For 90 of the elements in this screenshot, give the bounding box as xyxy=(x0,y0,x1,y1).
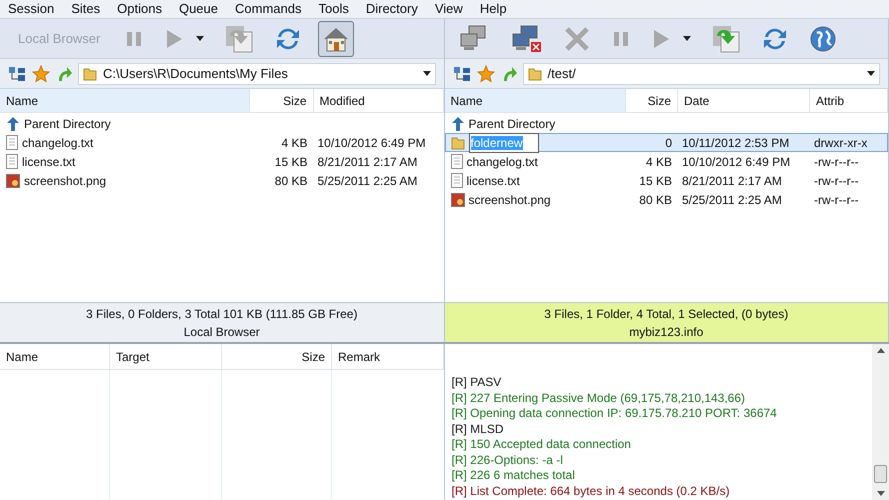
caret-icon[interactable] xyxy=(196,36,204,41)
file-cell-text: -rw-r--r-- xyxy=(814,192,859,208)
menu-item[interactable]: Directory xyxy=(366,0,418,19)
file-cell-text: drwxr-xr-x xyxy=(814,134,868,152)
path-field[interactable]: C:\Users\R\Documents\My Files xyxy=(78,62,436,84)
column-header[interactable]: Size xyxy=(222,344,332,369)
file-cell-text: -rw-r--r-- xyxy=(814,172,859,190)
column-header[interactable]: Date xyxy=(678,89,810,112)
status-text: 3 Files, 0 Folders, 3 Total 101 KB (111.85 GB Free) xyxy=(86,306,358,322)
column-header[interactable]: Size xyxy=(626,89,678,112)
path-field[interactable]: /test/ xyxy=(522,62,880,84)
column-header[interactable]: Name xyxy=(0,344,110,369)
dropdown-caret-icon[interactable] xyxy=(422,71,430,76)
file-cell-text: 80 KB xyxy=(639,192,672,208)
caret-icon[interactable] xyxy=(682,36,690,41)
log-line: [R] 150 Accepted data connection xyxy=(452,437,632,452)
file-cell-text: license.txt xyxy=(22,154,76,170)
file-cell-text: screenshot.png xyxy=(468,192,551,208)
file-cell-text: -rw-r--r-- xyxy=(814,154,859,170)
document-icon xyxy=(6,135,18,150)
folder-icon xyxy=(450,136,464,150)
file-cell-text: changelog.txt xyxy=(466,154,538,170)
file-cell-text: Parent Directory xyxy=(24,116,111,132)
tree-view-icon[interactable] xyxy=(8,66,26,82)
star-icon[interactable] xyxy=(32,64,50,82)
tree-view-icon[interactable] xyxy=(452,66,470,82)
dropdown-caret-icon[interactable] xyxy=(867,71,875,76)
file-cell-text: 10/10/2012 6:49 PM xyxy=(318,134,426,152)
menu-item[interactable]: Queue xyxy=(178,0,218,19)
log-line: [R] 226 6 matches total xyxy=(452,468,576,484)
log-line: [R] 226-Options: -a -l xyxy=(452,452,564,468)
document-icon xyxy=(6,154,18,169)
file-row[interactable]: foldernew 0 10/11/2012 2:53 PM drwxr-xr-x xyxy=(444,133,888,152)
menu-item[interactable]: Options xyxy=(117,0,162,19)
file-cell-text: license.txt xyxy=(466,172,520,190)
menu-item[interactable]: View xyxy=(434,0,463,19)
folder-icon xyxy=(528,66,542,80)
scroll-thumb[interactable] xyxy=(874,465,887,483)
file-cell-text: 80 KB xyxy=(274,172,308,190)
file-row[interactable]: license.txt 15 KB 8/21/2011 2:17 AM -rw-r--r-- xyxy=(444,171,888,190)
column-header[interactable]: Target xyxy=(110,344,222,369)
scroll-down-icon[interactable] xyxy=(876,491,884,496)
file-cell-text: 0 xyxy=(665,134,672,152)
column-header[interactable]: Attrib xyxy=(810,89,888,112)
file-row[interactable]: screenshot.png 80 KB 5/25/2011 2:25 AM xyxy=(0,171,444,190)
menu-item[interactable]: Help xyxy=(480,0,507,19)
file-cell-text: 15 KB xyxy=(639,172,672,190)
image-file-icon xyxy=(6,174,20,188)
file-row[interactable]: Parent Directory xyxy=(0,114,444,133)
file-cell-text: screenshot.png xyxy=(24,172,106,190)
log-line: [R] MLSD xyxy=(452,422,505,437)
log-line: [R] PASV xyxy=(452,375,502,390)
column-header[interactable]: Size xyxy=(250,89,314,112)
document-icon xyxy=(450,173,462,188)
menu-item[interactable]: Tools xyxy=(318,0,349,19)
file-cell-text: 5/25/2011 2:25 AM xyxy=(318,172,418,190)
menu-item[interactable]: Commands xyxy=(235,0,302,19)
column-header[interactable]: Name xyxy=(444,89,626,112)
folder-icon xyxy=(83,66,97,80)
file-row[interactable]: screenshot.png 80 KB 5/25/2011 2:25 AM -rw-r--r-- xyxy=(444,190,888,209)
file-row[interactable]: license.txt 15 KB 8/21/2011 2:17 AM xyxy=(0,152,444,171)
column-header[interactable]: Name xyxy=(0,89,250,112)
menu-item[interactable]: Session xyxy=(8,0,54,19)
log-line: [R] List Complete: 664 bytes in 4 seconds (0.2 KB/s) xyxy=(452,484,731,499)
file-row[interactable]: Parent Directory xyxy=(444,114,888,133)
panel-title: mybiz123.info xyxy=(629,324,704,340)
menu-item[interactable]: Sites xyxy=(71,0,100,19)
document-icon xyxy=(450,154,462,169)
panel-title: Local Browser xyxy=(184,324,260,340)
file-cell-text: 10/10/2012 6:49 PM xyxy=(682,154,790,170)
file-cell-text: Parent Directory xyxy=(468,116,556,132)
image-file-icon xyxy=(450,192,464,206)
scrollbar[interactable] xyxy=(872,344,889,500)
file-cell-text: 10/11/2012 2:53 PM xyxy=(682,134,790,152)
file-cell-text: 15 KB xyxy=(274,154,308,170)
file-cell-text: changelog.txt xyxy=(22,134,94,152)
file-cell-text: 5/25/2011 2:25 AM xyxy=(682,192,782,208)
file-cell-text: 4 KB xyxy=(646,154,672,170)
file-cell-text: 8/21/2011 2:17 AM xyxy=(318,154,418,170)
file-cell-text: 8/21/2011 2:17 AM xyxy=(682,172,782,190)
column-header[interactable]: Remark xyxy=(332,344,444,369)
file-row[interactable]: changelog.txt 4 KB 10/10/2012 6:49 PM -rw-r--r-- xyxy=(444,152,888,171)
log-line: [R] Opening data connection IP: 69.175.78.210 PORT: 36674 xyxy=(452,406,778,422)
scroll-up-icon[interactable] xyxy=(876,348,884,353)
column-header[interactable]: Modified xyxy=(314,89,444,112)
log-line: [R] 227 Entering Passive Mode (69,175,78,210,143,66) xyxy=(452,390,746,406)
file-row[interactable]: changelog.txt 4 KB 10/10/2012 6:49 PM xyxy=(0,133,444,152)
star-icon[interactable] xyxy=(476,64,494,82)
file-cell-text: 4 KB xyxy=(281,134,308,152)
status-text: 3 Files, 1 Folder, 4 Total, 1 Selected, (0 bytes) xyxy=(544,306,788,322)
